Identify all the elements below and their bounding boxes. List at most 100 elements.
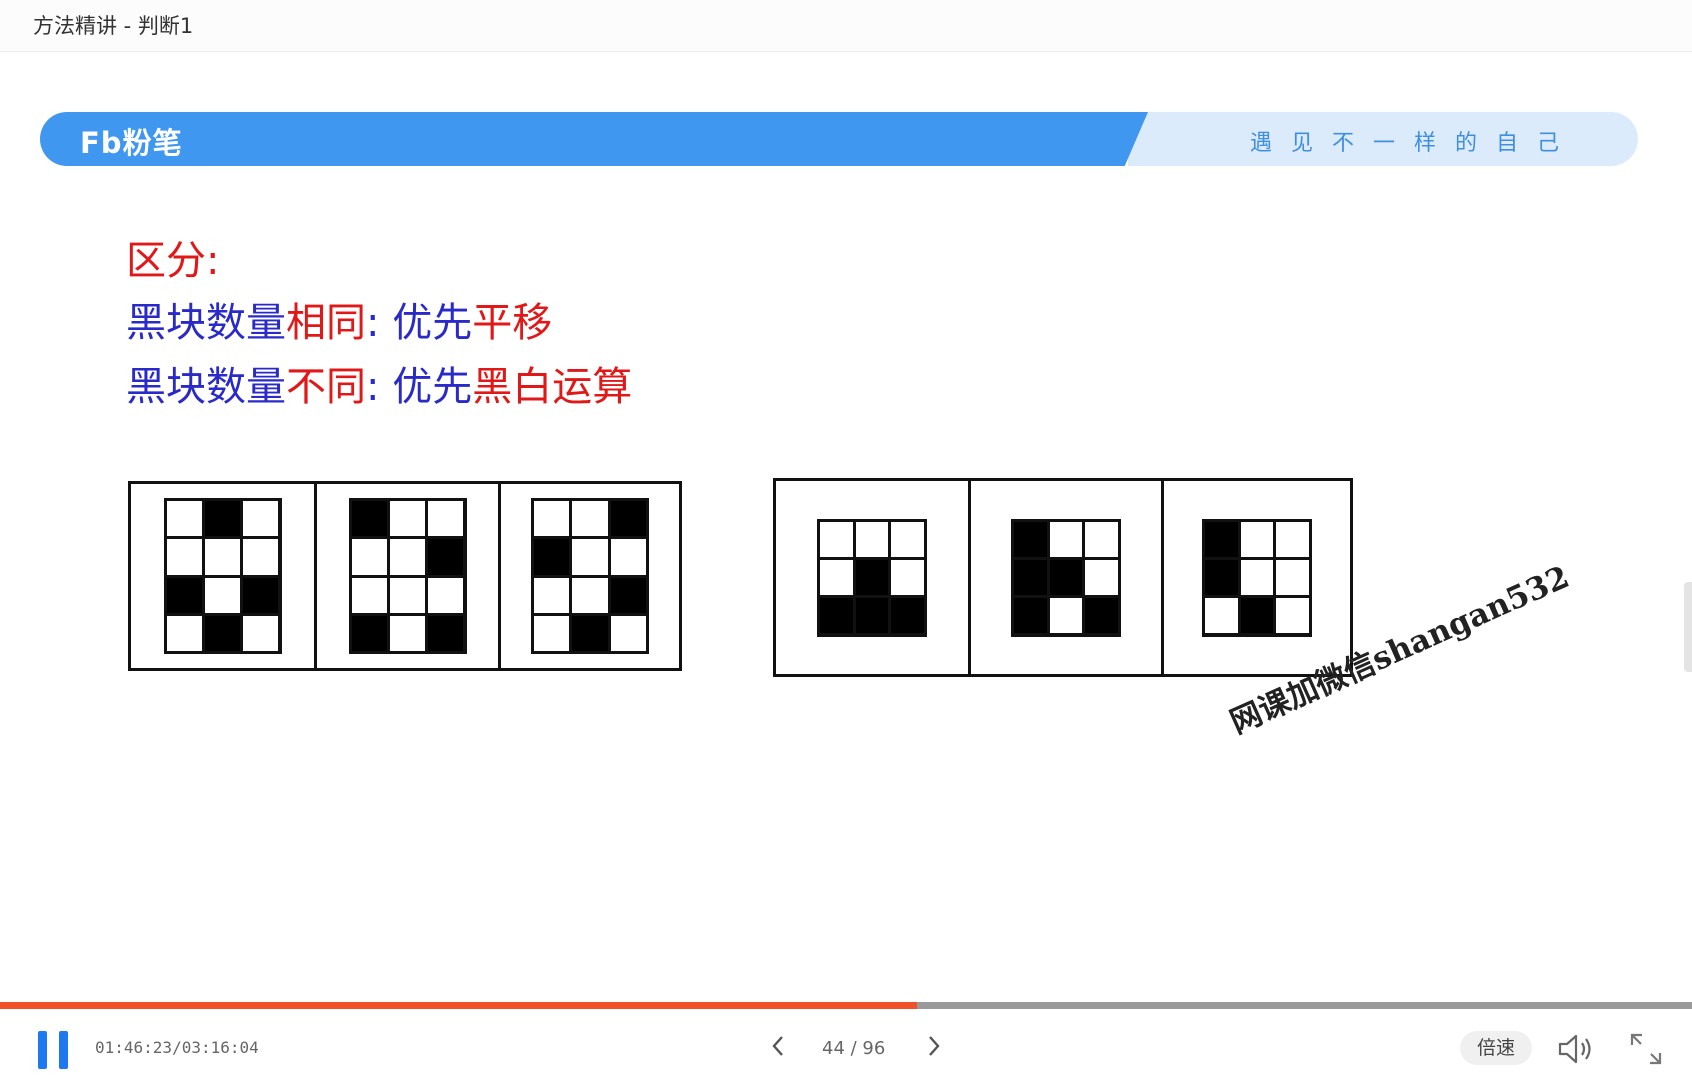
black-square xyxy=(1240,598,1274,634)
white-square xyxy=(351,539,387,575)
fullscreen-icon xyxy=(1630,1033,1662,1065)
white-square xyxy=(389,615,426,651)
page-indicator: 44 / 96 xyxy=(822,1038,886,1059)
playback-time: 01:46:23/03:16:04 xyxy=(95,1038,259,1057)
rule2-part4: 黑白运算 xyxy=(472,364,633,410)
title-bar: 方法精讲 - 判断1 xyxy=(0,0,1692,52)
window-title: 方法精讲 - 判断1 xyxy=(33,14,194,38)
figure-cell xyxy=(776,481,971,674)
fenbi-logo: Fb粉笔 xyxy=(80,126,183,160)
figure-group-left xyxy=(128,481,682,671)
black-square xyxy=(572,615,608,651)
white-square xyxy=(610,615,646,651)
white-square xyxy=(891,559,924,596)
black-square xyxy=(610,501,646,537)
white-square xyxy=(534,615,570,651)
slide: Fb粉笔 遇见不一样的自己 区分: 黑块数量相同: 优先平移 黑块数量不同: 优… xyxy=(0,52,1692,1002)
pattern-grid xyxy=(817,518,927,637)
black-square xyxy=(1205,521,1238,557)
white-square xyxy=(1049,521,1083,557)
black-square xyxy=(351,615,387,651)
black-square xyxy=(891,598,924,634)
pause-icon xyxy=(59,1031,68,1069)
pause-button[interactable] xyxy=(36,1031,70,1069)
white-square xyxy=(389,577,426,613)
pattern-grid xyxy=(348,498,467,654)
volume-icon xyxy=(1558,1034,1591,1064)
chevron-left-icon xyxy=(772,1036,783,1056)
figure-cell xyxy=(971,481,1164,674)
white-square xyxy=(1276,521,1309,557)
rule1-part3: : 优先 xyxy=(366,300,473,346)
next-page-button[interactable] xyxy=(926,1033,942,1066)
rule-line-2: 黑块数量不同: 优先黑白运算 xyxy=(126,354,632,412)
progress-bar[interactable] xyxy=(0,1002,1692,1009)
black-square xyxy=(855,559,889,596)
white-square xyxy=(1085,559,1118,596)
rule1-part2: 相同 xyxy=(286,300,366,346)
white-square xyxy=(1205,598,1238,634)
white-square xyxy=(534,501,570,537)
banner-left xyxy=(40,112,1148,166)
heading-text: 区分: xyxy=(126,238,220,284)
white-square xyxy=(428,501,464,537)
black-square xyxy=(855,598,889,634)
player-controls: 01:46:23/03:16:04 44 / 96 倍速 xyxy=(0,1009,1692,1079)
white-square xyxy=(204,539,241,575)
speed-button[interactable]: 倍速 xyxy=(1460,1031,1532,1065)
white-square xyxy=(428,577,464,613)
black-square xyxy=(428,615,464,651)
white-square xyxy=(243,615,279,651)
black-square xyxy=(610,577,646,613)
white-square xyxy=(1276,598,1309,634)
banner-slogan: 遇见不一样的自己 xyxy=(1250,131,1579,156)
chevron-right-icon xyxy=(929,1036,940,1056)
white-square xyxy=(820,521,853,557)
pattern-grid xyxy=(163,498,282,654)
black-square xyxy=(204,615,241,651)
white-square xyxy=(389,501,426,537)
figure-cell xyxy=(1164,481,1350,674)
black-square xyxy=(820,598,853,634)
figure-cell xyxy=(131,484,317,668)
white-square xyxy=(855,521,889,557)
white-square xyxy=(389,539,426,575)
black-square xyxy=(1014,598,1047,634)
white-square xyxy=(166,615,202,651)
white-square xyxy=(204,577,241,613)
pattern-grid xyxy=(1011,518,1121,637)
white-square xyxy=(534,577,570,613)
rule2-part1: 黑块数量 xyxy=(126,364,286,410)
white-square xyxy=(1276,559,1309,596)
white-square xyxy=(572,577,608,613)
prev-page-button[interactable] xyxy=(770,1033,786,1066)
pattern-grid xyxy=(1202,518,1312,637)
volume-button[interactable] xyxy=(1556,1031,1596,1067)
black-square xyxy=(351,501,387,537)
figure-group-right xyxy=(773,478,1353,677)
rule2-part2: 不同 xyxy=(286,364,366,410)
white-square xyxy=(820,559,853,596)
figure-cell xyxy=(501,484,679,668)
fullscreen-button[interactable] xyxy=(1628,1031,1664,1067)
black-square xyxy=(534,539,570,575)
side-panel-handle[interactable] xyxy=(1684,582,1692,672)
black-square xyxy=(428,539,464,575)
white-square xyxy=(610,539,646,575)
progress-fill xyxy=(0,1002,918,1009)
rule-line-1: 黑块数量相同: 优先平移 xyxy=(126,290,552,348)
white-square xyxy=(1085,521,1118,557)
black-square xyxy=(1014,559,1047,596)
figure-cell xyxy=(317,484,501,668)
white-square xyxy=(1049,598,1083,634)
white-square xyxy=(572,539,608,575)
black-square xyxy=(1049,559,1083,596)
white-square xyxy=(1240,559,1274,596)
black-square xyxy=(1205,559,1238,596)
rule2-part3: : 优先 xyxy=(366,364,473,410)
pattern-grid xyxy=(531,498,649,654)
white-square xyxy=(243,501,279,537)
black-square xyxy=(204,501,241,537)
white-square xyxy=(243,539,279,575)
black-square xyxy=(1085,598,1118,634)
